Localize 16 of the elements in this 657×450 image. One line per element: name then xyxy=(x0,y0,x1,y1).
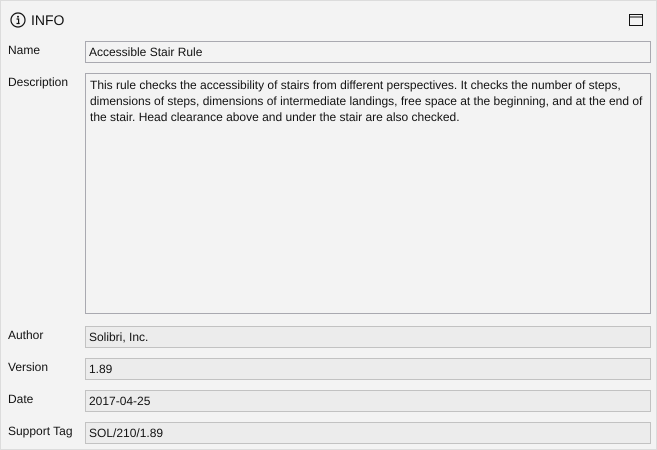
window-icon xyxy=(629,14,643,26)
info-icon xyxy=(10,12,26,28)
text-field[interactable]: 2017-04-25 xyxy=(85,390,651,412)
text-field[interactable]: Accessible Stair Rule xyxy=(85,41,651,63)
maximize-button[interactable] xyxy=(629,14,643,26)
text-field[interactable]: Solibri, Inc. xyxy=(85,326,651,348)
field-label: Support Tag xyxy=(8,423,74,438)
text-field[interactable]: 1.89 xyxy=(85,358,651,380)
field-label: Date xyxy=(8,391,34,406)
field-label: Version xyxy=(8,359,50,374)
description-field[interactable]: This rule checks the accessibility of stairs from different perspectives. It checks the number of steps, dimensions of steps, dimensions of intermediate landings, free space at the beginning, and at the end of the stair. Head clearance above and under the stair are also checked. xyxy=(85,73,651,314)
field-label: Author xyxy=(8,327,44,342)
field-label: Description xyxy=(8,74,70,89)
text-field[interactable]: SOL/210/1.89 xyxy=(85,422,651,444)
panel-title: INFO xyxy=(31,12,64,28)
field-label: Name xyxy=(8,42,42,57)
